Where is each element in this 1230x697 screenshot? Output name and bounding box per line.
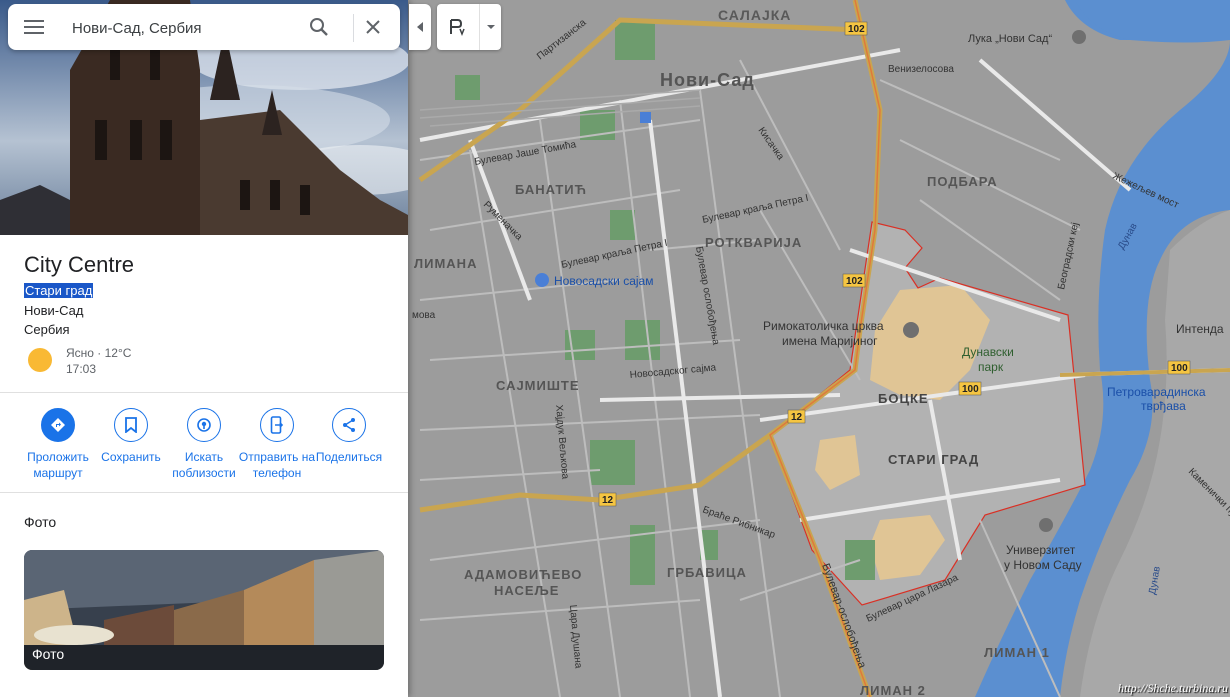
park (590, 440, 635, 485)
place-panel: City Centre Стари град Нови-Сад Сербия Я… (0, 0, 408, 697)
nearby-label: Искать поблизости (172, 450, 236, 480)
label-intend: Интенда (1176, 322, 1224, 336)
directions-icon (41, 408, 75, 442)
label-luka: Лука „Нови Сад“ (968, 33, 1052, 45)
search-button[interactable] (307, 15, 331, 39)
weather-text: Ясно · 12°C (66, 346, 132, 360)
label-liman-partial: ЛИМАНА (414, 256, 477, 271)
close-icon (366, 20, 380, 34)
label-venizelosova: Венизелосова (888, 64, 954, 75)
label-sajmiste: САЈМИШТЕ (496, 378, 580, 393)
label-tvrdjava: тврђава (1141, 399, 1186, 413)
directions-label: Проложить маршрут (27, 450, 89, 480)
place-city: Нови-Сад (24, 303, 84, 318)
photo-card-label: Фото (32, 646, 65, 662)
watermark: http://Shche.turbina.ru (1118, 681, 1228, 695)
place-country: Сербия (24, 322, 70, 337)
divider (0, 492, 408, 493)
share-label: Поделиться (315, 450, 383, 464)
park (615, 20, 655, 60)
search-box (8, 4, 400, 50)
menu-button[interactable] (22, 16, 46, 38)
weather-time: 17:03 (66, 362, 97, 376)
photos-heading: Фото (24, 514, 57, 530)
shield-100a: 100 (962, 384, 979, 395)
label-adamovicevo: АДАМОВИЋЕВО (464, 567, 582, 582)
shield-102a: 102 (848, 24, 865, 35)
place-title: City Centre (24, 252, 135, 277)
label-liman1: ЛИМАН 1 (984, 645, 1050, 660)
share-icon (332, 408, 366, 442)
label-salajka: САЛАЈКА (718, 7, 791, 23)
clear-search-button[interactable] (361, 15, 385, 39)
label-rotkvarija: РОТКВАРИЈА (705, 235, 802, 250)
label-naselje: НАСЕЉЕ (494, 583, 559, 598)
label-univerzitet1: Универзитет (1006, 543, 1076, 557)
transit-mode-button[interactable] (437, 4, 477, 50)
label-liman2: ЛИМАН 2 (860, 683, 926, 697)
university-poi-icon (1039, 518, 1053, 532)
sajam-poi-icon (535, 273, 549, 287)
label-rimokat: Римокатоличка црква (763, 319, 884, 333)
transit-icon (450, 19, 465, 37)
label-novi-sad: Нови-Сад (660, 70, 755, 90)
shield-102b: 102 (846, 276, 863, 287)
nearby-icon (187, 408, 221, 442)
label-sajam: Новосадски сајам (554, 274, 653, 288)
share-button[interactable]: Поделиться (309, 408, 389, 465)
nearby-button[interactable]: Искать поблизости (164, 408, 244, 481)
save-label: Сохранить (101, 450, 161, 464)
caret-down-icon (487, 25, 495, 29)
station-icon (640, 112, 651, 123)
search-divider (353, 14, 354, 42)
label-univerzitet2: у Новом Саду (1004, 558, 1082, 572)
label-stari-grad: СТАРИ ГРАД (888, 452, 979, 467)
send-to-phone-icon (260, 408, 294, 442)
directions-button[interactable]: Проложить маршрут (18, 408, 98, 481)
bookmark-icon (114, 408, 148, 442)
label-morova: мова (412, 310, 436, 321)
divider (0, 392, 408, 393)
photo-card[interactable]: Фото (24, 550, 384, 670)
label-park: парк (978, 360, 1004, 374)
save-button[interactable]: Сохранить (91, 408, 171, 465)
search-input[interactable] (70, 16, 302, 40)
label-podbara: ПОДБАРА (927, 174, 998, 189)
send-to-phone-label: Отправить на телефон (238, 450, 316, 480)
park (625, 320, 660, 360)
mode-dropdown[interactable] (479, 4, 502, 50)
shield-12b: 12 (602, 495, 614, 506)
sun-icon (28, 348, 52, 372)
label-rimokat2: имена Маријиног (782, 334, 878, 348)
port-poi-icon (1072, 30, 1086, 44)
send-to-phone-button[interactable]: Отправить на телефон (237, 408, 317, 481)
hamburger-icon (24, 20, 44, 34)
park (455, 75, 480, 100)
park (610, 210, 635, 240)
label-petrovaradin: Петроварадинска (1107, 385, 1206, 399)
travel-mode-control (437, 4, 501, 50)
label-grbavica: ГРБАВИЦА (667, 565, 747, 580)
shield-100b: 100 (1171, 363, 1188, 374)
label-bocke: БОЦКЕ (878, 391, 929, 406)
chevron-left-icon (417, 22, 423, 32)
label-banatic: БАНАТИЋ (515, 182, 587, 197)
place-subtitle: Стари град (24, 283, 94, 298)
collapse-panel-button[interactable] (409, 4, 431, 50)
shield-12a: 12 (791, 412, 803, 423)
label-dunavski: Дунавски (962, 345, 1014, 359)
church-poi-icon (903, 322, 919, 338)
search-icon (310, 18, 328, 36)
